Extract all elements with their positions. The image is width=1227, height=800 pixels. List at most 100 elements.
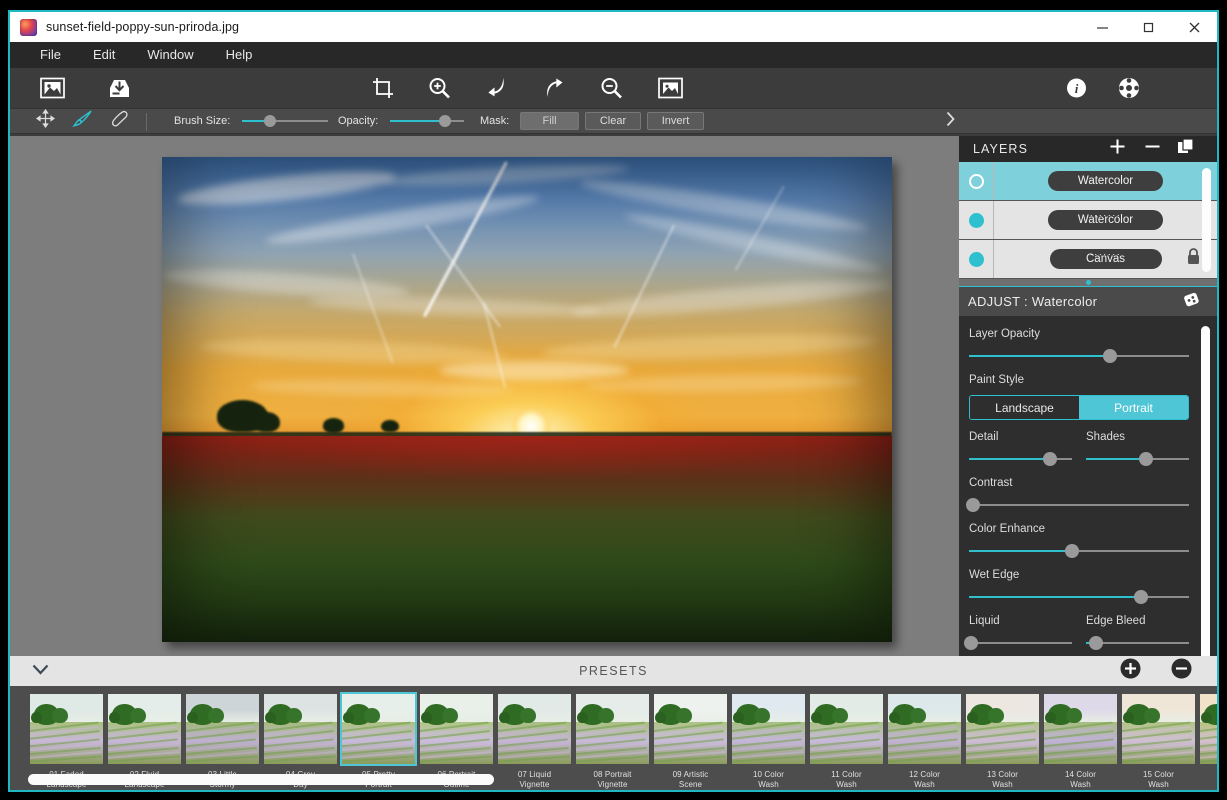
layer-visibility-toggle[interactable] <box>959 173 993 189</box>
control-shades[interactable]: Shades <box>1086 431 1189 466</box>
presets-scrollbar[interactable] <box>28 774 494 785</box>
preset-image[interactable] <box>886 692 963 766</box>
detail-slider[interactable] <box>969 452 1072 466</box>
layers-scrollbar[interactable] <box>1202 168 1211 272</box>
opacity-knob[interactable] <box>438 115 451 127</box>
layer-name-cell[interactable]: ······· Canvas <box>994 248 1217 269</box>
minus-icon[interactable] <box>1144 138 1161 160</box>
control-color-enhance[interactable]: Color Enhance <box>969 523 1189 558</box>
zoom-in-icon[interactable] <box>428 77 451 100</box>
layer-row[interactable]: ······· Canvas <box>959 240 1217 279</box>
edge-bleed-slider[interactable] <box>1086 636 1189 650</box>
preset-thumbnail[interactable]: 08 Portrait Vignette <box>574 692 651 790</box>
preset-thumbnail[interactable]: 15 Color Wash <box>1120 692 1197 790</box>
shades-slider[interactable] <box>1086 452 1189 466</box>
mask-clear-button[interactable]: Clear <box>585 112 641 130</box>
mask-fill-button[interactable]: Fill <box>520 112 579 130</box>
layer-name-cell[interactable]: Watercolor <box>994 171 1217 191</box>
contrast-slider[interactable] <box>966 498 1189 512</box>
segment-landscape[interactable]: Landscape <box>970 396 1079 419</box>
liquid-slider[interactable] <box>964 636 1072 650</box>
menu-file[interactable]: File <box>24 42 77 68</box>
preset-image[interactable] <box>574 692 651 766</box>
preset-image[interactable] <box>418 692 495 766</box>
presets-strip[interactable]: 01 FadedLandscape 02 FluidLandscape 03 L… <box>10 686 1217 790</box>
chevron-right-icon[interactable] <box>946 111 955 131</box>
preset-thumbnail[interactable]: 13 Color Wash <box>964 692 1041 790</box>
slider-knob[interactable] <box>1043 452 1058 466</box>
layer-visibility-toggle[interactable] <box>959 251 993 267</box>
maximize-button[interactable] <box>1125 12 1171 42</box>
plus-circle-icon[interactable] <box>1120 658 1141 684</box>
preset-image[interactable] <box>1120 692 1197 766</box>
info-icon[interactable]: i <box>1066 78 1087 99</box>
wet-edge-slider[interactable] <box>969 590 1189 604</box>
plus-icon[interactable] <box>1109 138 1126 160</box>
layer-drag-handle-icon[interactable]: ······· <box>1090 211 1121 220</box>
dice-icon[interactable] <box>1183 290 1203 313</box>
layer-drag-handle-icon[interactable]: ······· <box>1090 250 1121 259</box>
zoom-out-icon[interactable] <box>600 77 623 100</box>
layer-opacity-slider[interactable] <box>969 349 1189 363</box>
preset-thumbnail[interactable]: 10 Color Wash <box>730 692 807 790</box>
duplicate-icon[interactable] <box>1177 138 1194 160</box>
chevron-down-icon[interactable] <box>32 662 49 680</box>
undo-icon[interactable] <box>486 77 508 99</box>
menu-help[interactable]: Help <box>210 42 269 68</box>
preset-image[interactable] <box>652 692 729 766</box>
eraser-tool-icon[interactable] <box>110 109 130 133</box>
menu-edit[interactable]: Edit <box>77 42 131 68</box>
preset-image[interactable] <box>106 692 183 766</box>
layer-visibility-toggle[interactable] <box>959 212 993 228</box>
slider-knob[interactable] <box>1102 349 1117 363</box>
control-detail[interactable]: Detail <box>969 431 1072 466</box>
layers-list[interactable]: Watercolor ······· Watercolor ······· Ca… <box>959 162 1217 279</box>
redo-icon[interactable] <box>544 77 566 99</box>
opacity-slider[interactable] <box>390 115 464 127</box>
layer-row[interactable]: Watercolor <box>959 162 1217 201</box>
preset-image[interactable] <box>340 692 417 766</box>
slider-knob[interactable] <box>1133 590 1148 604</box>
preset-thumbnail[interactable]: 07 Liquid Vignette <box>496 692 573 790</box>
save-image-icon[interactable] <box>106 77 133 99</box>
adjust-scrollbar[interactable] <box>1201 326 1210 656</box>
preset-thumbnail[interactable]: 11 Color Wash <box>808 692 885 790</box>
minus-circle-icon[interactable] <box>1171 658 1192 684</box>
adjust-controls[interactable]: Layer Opacity Paint Style Landscape Port… <box>959 316 1217 656</box>
preset-thumbnail[interactable]: 16 ColorWash <box>1198 692 1217 790</box>
segment-portrait[interactable]: Portrait <box>1079 396 1188 419</box>
preset-image[interactable] <box>1198 692 1217 766</box>
slider-knob[interactable] <box>1089 636 1104 650</box>
minimize-button[interactable] <box>1079 12 1125 42</box>
crop-icon[interactable] <box>372 77 394 99</box>
layer-name-cell[interactable]: ······· Watercolor <box>994 210 1217 230</box>
control-edge-bleed[interactable]: Edge Bleed <box>1086 615 1189 650</box>
slider-knob[interactable] <box>966 498 981 512</box>
slider-knob[interactable] <box>1138 452 1153 466</box>
preset-image[interactable] <box>1042 692 1119 766</box>
color-enhance-slider[interactable] <box>969 544 1189 558</box>
mask-invert-button[interactable]: Invert <box>647 112 704 130</box>
control-wet-edge[interactable]: Wet Edge <box>969 569 1189 604</box>
paint-style-segmented[interactable]: Landscape Portrait <box>969 395 1189 420</box>
preset-image[interactable] <box>184 692 261 766</box>
preset-image[interactable] <box>964 692 1041 766</box>
layer-row[interactable]: ······· Watercolor <box>959 201 1217 240</box>
open-image-icon[interactable] <box>40 77 65 99</box>
settings-icon[interactable] <box>1118 77 1140 99</box>
layer-name[interactable]: Watercolor <box>1047 171 1164 191</box>
move-tool-icon[interactable] <box>35 108 56 133</box>
brush-size-knob[interactable] <box>264 115 277 127</box>
menu-window[interactable]: Window <box>131 42 209 68</box>
close-button[interactable] <box>1171 12 1217 42</box>
control-layer-opacity[interactable]: Layer Opacity <box>969 328 1189 363</box>
preset-image[interactable] <box>730 692 807 766</box>
control-liquid[interactable]: Liquid <box>964 615 1072 650</box>
fit-image-icon[interactable] <box>658 77 683 99</box>
preset-thumbnail[interactable]: 12 Color Wash <box>886 692 963 790</box>
preset-image[interactable] <box>808 692 885 766</box>
preset-thumbnail[interactable]: 14 Color Wash <box>1042 692 1119 790</box>
image-canvas[interactable] <box>162 157 892 642</box>
brush-size-slider[interactable] <box>242 115 328 127</box>
brush-tool-icon[interactable] <box>72 109 93 133</box>
